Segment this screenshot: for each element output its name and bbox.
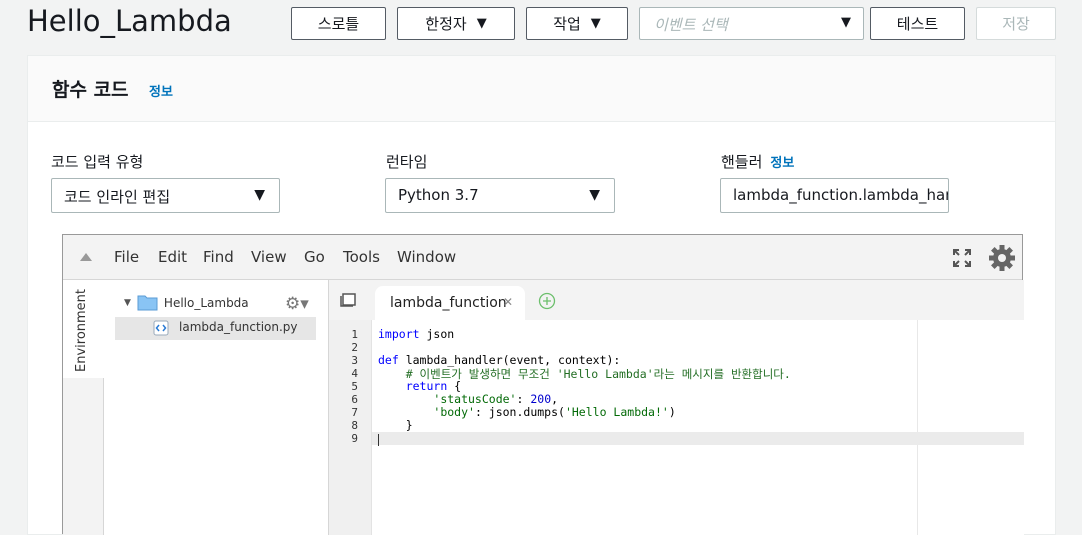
code-entry-type-select[interactable]: 코드 인라인 편집 ▼ xyxy=(51,178,280,213)
code-line-5: return { xyxy=(378,379,461,393)
ide-menu-bar: File Edit Find View Go Tools Window xyxy=(63,235,1022,280)
expand-arrow-icon[interactable]: ▼ xyxy=(124,298,131,308)
runtime-label: 런타임 xyxy=(386,153,428,171)
handler-value: lambda_function.lambda_handler xyxy=(733,186,948,204)
qualifiers-label: 한정자 xyxy=(425,15,467,33)
caret-down-icon: ▼ xyxy=(476,16,487,31)
menu-file[interactable]: File xyxy=(114,248,139,266)
actions-dropdown[interactable]: 작업 ▼ xyxy=(526,7,628,40)
environment-tab-label: Environment xyxy=(74,288,89,372)
string-token: 'statusCode' xyxy=(433,392,517,406)
number-token: 200 xyxy=(530,392,552,406)
line-number-gutter: 1 2 3 4 5 6 7 8 9 xyxy=(329,320,372,535)
code-file-icon xyxy=(153,320,169,336)
tree-root-label: Hello_Lambda xyxy=(163,295,249,310)
line-number: 8 xyxy=(351,419,358,432)
tree-file-name: lambda_function.py xyxy=(179,320,298,334)
tree-file-item[interactable]: lambda_function.py xyxy=(115,317,316,340)
caret-down-icon: ▼ xyxy=(589,187,600,203)
editor-area: lambda_function ✕ 1 2 3 4 5 6 7 8 9 impo… xyxy=(329,280,1024,535)
code-editor-ide: File Edit Find View Go Tools Window Envi… xyxy=(62,234,1024,535)
tree-root-folder[interactable]: ▼ Hello_Lambda xyxy=(124,294,249,311)
menu-go[interactable]: Go xyxy=(304,248,325,266)
handler-info-link[interactable]: 정보 xyxy=(770,156,794,171)
line-number: 5 xyxy=(351,380,358,393)
top-bar: Hello_Lambda 스로틀 한정자 ▼ 작업 ▼ 이벤트 선택 ▼ 테스트… xyxy=(0,0,1082,48)
code-token: : json.dumps( xyxy=(474,405,565,419)
menu-view[interactable]: View xyxy=(251,248,287,266)
line-number: 4 xyxy=(351,367,358,380)
menu-window[interactable]: Window xyxy=(397,248,456,266)
function-name: Hello_Lambda xyxy=(27,4,232,38)
line-number: 1 xyxy=(351,328,358,341)
caret-down-icon: ▼ xyxy=(590,16,601,31)
line-number: 9 xyxy=(351,432,358,445)
print-margin-line xyxy=(917,320,918,535)
test-button-label: 테스트 xyxy=(896,15,939,33)
collapse-arrow-icon[interactable] xyxy=(80,253,92,261)
line-number: 7 xyxy=(351,406,358,419)
menu-tools[interactable]: Tools xyxy=(343,248,380,266)
test-button[interactable]: 테스트 xyxy=(870,7,965,40)
code-token: { xyxy=(447,379,462,393)
code-token: lambda_handler(event, context): xyxy=(398,353,621,367)
info-link[interactable]: 정보 xyxy=(149,81,173,100)
code-token: , xyxy=(551,392,559,406)
keyword-token: def xyxy=(378,353,399,367)
code-text-area[interactable]: import json def lambda_handler(event, co… xyxy=(372,320,1024,535)
panel-header: 함수 코드 정보 xyxy=(28,56,1055,122)
actions-label: 작업 xyxy=(553,15,581,33)
test-event-select[interactable]: 이벤트 선택 ▼ xyxy=(639,7,864,40)
code-line-9 xyxy=(378,432,379,446)
code-token: : xyxy=(516,392,531,406)
handler-label-row: 핸들러 정보 xyxy=(721,151,794,172)
code-line-8: } xyxy=(378,418,413,432)
code-token: ) xyxy=(668,405,676,419)
string-token: 'body' xyxy=(433,405,475,419)
line-number: 6 xyxy=(351,393,358,406)
throttle-button-label: 스로틀 xyxy=(317,15,360,33)
event-select-placeholder: 이벤트 선택 xyxy=(654,16,728,34)
handler-label: 핸들러 xyxy=(721,153,763,171)
code-line-7: 'body': json.dumps('Hello Lambda!') xyxy=(378,405,676,419)
caret-down-icon: ▼ xyxy=(254,187,265,203)
close-icon[interactable]: ✕ xyxy=(503,295,513,309)
runtime-value: Python 3.7 xyxy=(398,186,479,204)
keyword-token: import xyxy=(378,327,420,341)
save-button-label: 저장 xyxy=(1002,15,1030,33)
environment-tab[interactable]: Environment xyxy=(63,280,104,378)
menu-find[interactable]: Find xyxy=(203,248,234,266)
fullscreen-icon[interactable] xyxy=(952,248,972,268)
tab-menu-icon[interactable] xyxy=(340,293,356,307)
caret-down-icon: ▼ xyxy=(841,15,851,30)
editor-tab-bar: lambda_function ✕ xyxy=(329,280,1024,320)
runtime-select[interactable]: Python 3.7 ▼ xyxy=(385,178,615,213)
code-line-1: import json xyxy=(378,327,454,341)
active-line-highlight xyxy=(372,432,1024,445)
code-entry-type-value: 코드 인라인 편집 xyxy=(64,188,171,206)
environment-side-strip: Environment xyxy=(63,280,104,535)
handler-input[interactable]: lambda_function.lambda_handler xyxy=(720,178,949,213)
line-number: 3 xyxy=(351,354,358,367)
code-line-3: def lambda_handler(event, context): xyxy=(378,353,620,367)
tree-settings-gear-icon[interactable]: ⚙▾ xyxy=(285,294,309,314)
line-number: 2 xyxy=(351,341,358,354)
text-cursor xyxy=(378,433,379,446)
qualifiers-dropdown[interactable]: 한정자 ▼ xyxy=(397,7,515,40)
throttle-button[interactable]: 스로틀 xyxy=(291,7,386,40)
code-token: json xyxy=(419,327,455,341)
string-token: 'Hello Lambda!' xyxy=(564,405,669,419)
keyword-token: return xyxy=(405,379,448,393)
save-button[interactable]: 저장 xyxy=(976,7,1056,40)
file-tree: ▼ Hello_Lambda ⚙▾ lambda_function.py xyxy=(104,280,329,535)
gear-icon[interactable] xyxy=(987,243,1017,273)
folder-icon xyxy=(137,295,158,311)
panel-title: 함수 코드 xyxy=(52,79,129,101)
code-line-6: 'statusCode': 200, xyxy=(378,392,558,406)
add-tab-icon[interactable] xyxy=(538,292,556,310)
menu-edit[interactable]: Edit xyxy=(158,248,187,266)
code-entry-type-label: 코드 입력 유형 xyxy=(51,153,144,171)
editor-tab-label: lambda_function xyxy=(390,295,507,311)
editor-tab[interactable]: lambda_function ✕ xyxy=(375,286,525,320)
